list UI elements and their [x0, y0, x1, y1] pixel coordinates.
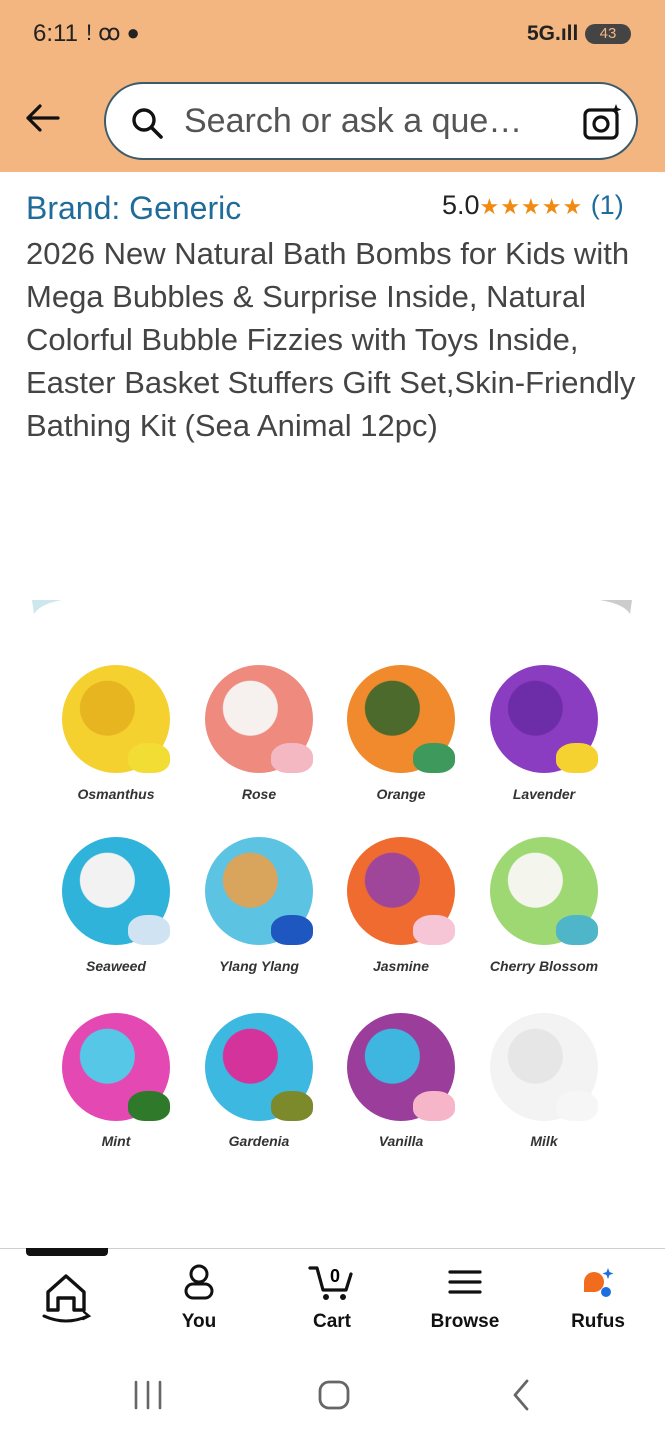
star-rating-icon: ★★★★★ [479, 194, 584, 219]
nav-rufus-label: Rufus [571, 1311, 625, 1332]
network-indicator: 5G.ıll [527, 22, 579, 45]
bath-bomb-label: Ylang Ylang [219, 958, 299, 974]
rating-value: 5.0 [442, 190, 480, 220]
nav-home[interactable] [16, 1262, 116, 1331]
rating-summary[interactable]: 5.0★★★★★ (1) [442, 190, 624, 221]
home-icon [42, 1274, 92, 1323]
search-icon [132, 108, 163, 139]
brand-link[interactable]: Brand: Generic [26, 190, 241, 227]
product-image[interactable]: Osmanthus Rose Orange Lavender Seaweed Ylang … [32, 600, 632, 1170]
nav-rufus[interactable]: Rufus [548, 1262, 648, 1333]
sea-animal-toy [556, 743, 598, 773]
nav-cart-label: Cart [312, 1311, 351, 1332]
search-bar[interactable]: Search or ask a que… [104, 82, 638, 160]
sea-animal-toy [128, 743, 170, 773]
bath-bomb-label: Gardenia [228, 1133, 290, 1149]
cart-count: 0 [330, 1266, 340, 1286]
rufus-icon [584, 1268, 614, 1297]
image-corner-decoration [32, 600, 632, 614]
sea-animal-toy [413, 1091, 455, 1121]
nav-you[interactable]: You [149, 1262, 249, 1333]
sea-animal-toy [556, 915, 598, 945]
system-navigation-bar [0, 1352, 665, 1440]
bath-bomb-label: Seaweed [86, 958, 146, 974]
bath-bomb-label: Cherry Blossom [489, 958, 599, 974]
bath-bomb-label: Milk [530, 1133, 558, 1149]
rating-count[interactable]: (1) [591, 190, 624, 220]
nav-cart[interactable]: 0 Cart [282, 1262, 382, 1333]
nav-browse[interactable]: Browse [415, 1262, 515, 1333]
bath-bomb-label: Mint [101, 1133, 131, 1149]
bath-bomb-label: Jasmine [372, 958, 430, 974]
notification-icons: !ꝏ● [86, 20, 146, 45]
nav-browse-label: Browse [430, 1311, 500, 1332]
bath-bomb-label: Osmanthus [77, 786, 155, 802]
recent-apps-icon[interactable] [130, 1378, 166, 1412]
bath-bomb-label: Vanilla [378, 1133, 424, 1149]
search-input[interactable]: Search or ask a que… [184, 102, 522, 141]
top-bar: 6:11 !ꝏ● 5G.ıll 43 Search or ask a que… [0, 0, 665, 172]
sea-animal-toy [413, 915, 455, 945]
product-title: 2026 New Natural Bath Bombs for Kids wit… [26, 236, 636, 443]
bath-bomb-label: Lavender [512, 786, 576, 802]
sea-animal-toy [128, 1091, 170, 1121]
status-time: 6:11 [33, 20, 78, 47]
back-arrow-icon[interactable] [22, 98, 62, 138]
battery-icon: 43 [585, 24, 631, 44]
sea-animal-toy [128, 915, 170, 945]
sea-animal-toy [556, 1091, 598, 1121]
person-icon [184, 1264, 214, 1300]
home-button-icon[interactable] [315, 1378, 353, 1412]
bath-bomb-label: Rose [241, 786, 277, 802]
sea-animal-toy [271, 915, 313, 945]
sea-animal-toy [271, 743, 313, 773]
nav-you-label: You [181, 1311, 217, 1332]
back-button-icon[interactable] [505, 1378, 539, 1412]
menu-icon [448, 1270, 482, 1294]
sea-animal-toy [413, 743, 455, 773]
cart-icon: 0 [308, 1266, 353, 1300]
active-tab-indicator [26, 1248, 108, 1256]
bath-bomb-label: Orange [376, 786, 426, 802]
camera-search-icon[interactable] [582, 102, 624, 142]
sea-animal-toy [271, 1091, 313, 1121]
